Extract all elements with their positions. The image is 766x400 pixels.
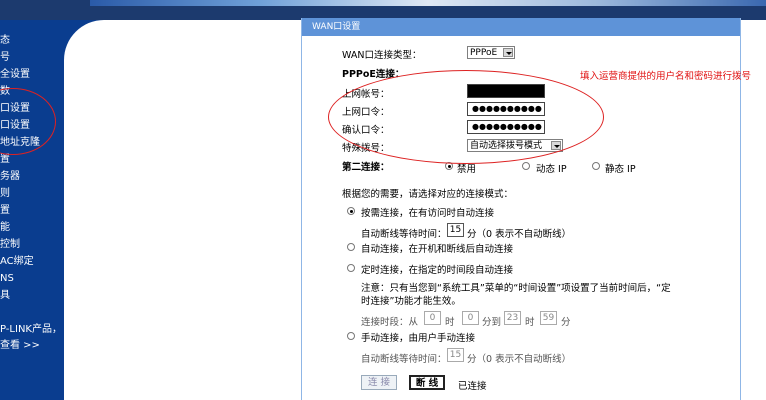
second-static-ip-label: 静态 IP [605, 164, 636, 175]
connect-button[interactable]: 连 接 [361, 375, 397, 390]
second-static-ip-radio[interactable] [592, 162, 600, 170]
wan-type-value: PPPoE [470, 48, 498, 58]
idle-time-unit: 分（0 表示不自动断线） [467, 229, 572, 240]
sidebar-item[interactable]: 号 [0, 49, 64, 66]
end-hour-input[interactable]: 23 [504, 311, 521, 325]
annotation-ellipse [328, 70, 604, 164]
mode-manual-label: 手动连接，由用户手动连接 [361, 333, 476, 344]
idle2-time-unit: 分（0 表示不自动断线） [467, 354, 572, 365]
sidebar-item[interactable]: 则 [0, 185, 64, 202]
chevron-down-icon [503, 48, 513, 57]
note-line-1: 注意：只有当您到“系统工具”菜单的“时间设置”项设置了当前时间后，“定 [361, 283, 671, 294]
idle-time-input[interactable]: 15 [447, 223, 464, 237]
start-minute-input[interactable]: 0 [462, 311, 479, 325]
sidebar-item[interactable]: AC绑定 [0, 253, 64, 270]
mode-auto-radio[interactable] [347, 243, 355, 251]
panel-title: WAN口设置 [302, 18, 740, 36]
sidebar-footer: P-LINK产品， 查看 >> [0, 322, 62, 354]
sidebar-item[interactable]: NS [0, 270, 64, 287]
second-dynamic-ip-label: 动态 IP [536, 164, 567, 175]
start-hour-input[interactable]: 0 [424, 311, 441, 325]
sidebar-item[interactable]: 置 [0, 202, 64, 219]
idle-time-label: 自动断线等待时间： [361, 229, 447, 240]
period-label: 连接时段：从 [361, 317, 419, 328]
mode-ondemand-radio[interactable] [347, 207, 355, 215]
second-dynamic-ip-radio[interactable] [522, 162, 530, 170]
disconnect-button[interactable]: 断 线 [409, 375, 445, 390]
minute-to-label: 分到 [482, 317, 502, 328]
more-link[interactable]: 查看 >> [0, 338, 62, 354]
product-link-text: P-LINK产品， [0, 324, 62, 335]
hour-unit-1: 时 [445, 317, 455, 328]
wan-type-label: WAN口连接类型： [342, 50, 422, 61]
mode-timed-label: 定时连接，在指定的时间段自动连接 [361, 265, 514, 276]
sidebar-item[interactable]: 全设置 [0, 66, 64, 83]
banner-graphic [90, 0, 766, 6]
hour-unit-2: 时 [525, 317, 535, 328]
sidebar-item[interactable]: 控制 [0, 236, 64, 253]
mode-intro-text: 根据您的需要，请选择对应的连接模式： [342, 189, 514, 200]
sidebar-item[interactable]: 态 [0, 32, 64, 49]
note-line-2: 时连接”功能才能生效。 [361, 296, 461, 307]
top-banner [0, 0, 766, 20]
sidebar-item[interactable]: 具 [0, 287, 64, 304]
end-minute-input[interactable]: 59 [540, 311, 557, 325]
sidebar-nav: 态号全设置数口设置 口设置 地址克隆置务器则置能控制 AC绑定 NS 具 [0, 32, 64, 304]
mode-auto-label: 自动连接，在开机和断线后自动连接 [361, 244, 514, 255]
idle2-time-input[interactable]: 15 [447, 348, 464, 362]
mode-manual-radio[interactable] [347, 332, 355, 340]
minute-unit: 分 [561, 317, 571, 328]
sidebar-curve-fill [64, 20, 124, 80]
second-connection-label: 第二连接： [342, 162, 390, 173]
wan-type-select[interactable]: PPPoE [467, 46, 515, 59]
sidebar-item[interactable]: 能 [0, 219, 64, 236]
sidebar-item[interactable]: 务器 [0, 168, 64, 185]
idle2-time-label: 自动断线等待时间： [361, 354, 447, 365]
connection-status: 已连接 [458, 381, 487, 392]
mode-timed-radio[interactable] [347, 264, 355, 272]
mode-ondemand-label: 按需连接，在有访问时自动连接 [361, 208, 495, 219]
annotation-text: 填入运营商提供的用户名和密码进行拨号 [580, 71, 752, 82]
